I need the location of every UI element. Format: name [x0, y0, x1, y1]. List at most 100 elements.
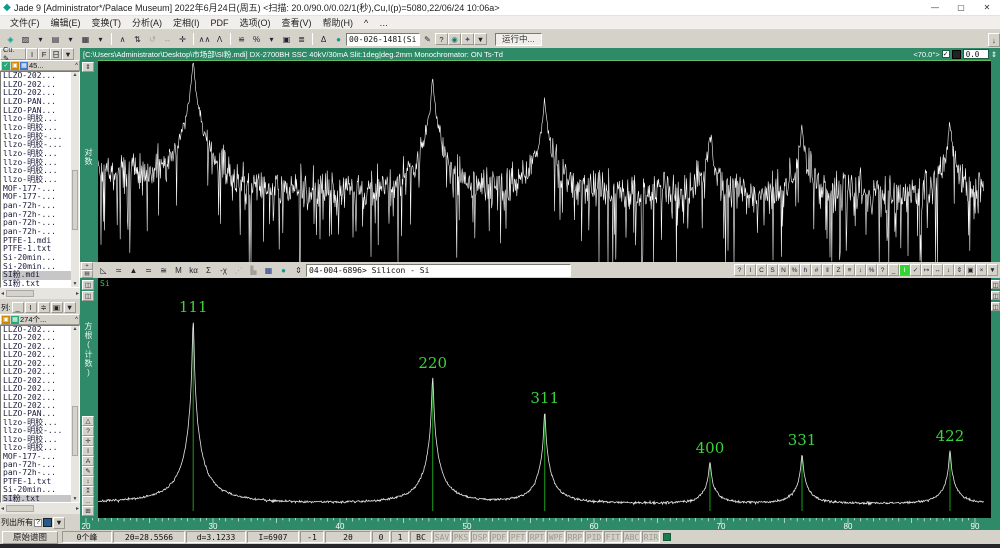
- grid-icon[interactable]: ⊞: [82, 506, 94, 516]
- tile-view-icon[interactable]: ▦: [262, 263, 276, 277]
- edit-icon[interactable]: ✎: [82, 466, 94, 476]
- minimize-button[interactable]: —: [922, 0, 948, 16]
- black-square-button[interactable]: [952, 50, 961, 59]
- col-underscore-button[interactable]: _: [12, 302, 24, 313]
- more-button[interactable]: ▼: [987, 264, 998, 276]
- list-color-button[interactable]: [43, 518, 52, 527]
- scroll-down-button[interactable]: ↓: [988, 33, 1000, 47]
- menu-more[interactable]: …: [374, 17, 393, 29]
- scan-file-list-down[interactable]: ▼: [73, 281, 78, 287]
- menu-help[interactable]: 帮助(H): [318, 15, 359, 30]
- dots-icon[interactable]: ⁑: [82, 486, 94, 496]
- overlay-pattern-chart[interactable]: Si 111220311400331422: [98, 278, 991, 518]
- pdf-file-list-vthumb[interactable]: [72, 406, 78, 456]
- menu-analyze[interactable]: 分析(A): [127, 15, 167, 30]
- sav-flag[interactable]: SAV: [433, 531, 451, 543]
- right-pane-button-1[interactable]: ◫: [991, 280, 1000, 289]
- s-button[interactable]: S: [767, 264, 778, 276]
- rir-flag[interactable]: RIR: [642, 531, 660, 543]
- col-sort-button[interactable]: ≑: [38, 302, 50, 313]
- pdf-list-hscroll-right[interactable]: ▸: [76, 505, 79, 512]
- offset-spinner[interactable]: ⇕: [991, 50, 997, 59]
- flag-1[interactable]: 1: [391, 531, 409, 543]
- list-all-label[interactable]: 列出所有: [1, 517, 33, 528]
- pdf-list-hscroll[interactable]: ◂▸: [0, 503, 80, 514]
- help-button[interactable]: ?: [734, 264, 745, 276]
- abc-flag[interactable]: ABC: [623, 531, 641, 543]
- step-right-button[interactable]: ↦: [921, 264, 932, 276]
- wpf-flag[interactable]: WPF: [547, 531, 565, 543]
- anode-combo[interactable]: Cu. ✎: [0, 48, 26, 60]
- pdf-edit-icon[interactable]: ✎: [421, 32, 435, 46]
- display-config-icon[interactable]: ▦: [79, 32, 93, 46]
- menu-options[interactable]: 选项(O): [235, 15, 276, 30]
- pdf-flag[interactable]: PDF: [490, 531, 508, 543]
- col-grid-button[interactable]: ▣: [51, 302, 63, 313]
- top-scale-label[interactable]: 对数: [83, 148, 94, 166]
- profile-fit-icon[interactable]: Λ: [213, 32, 227, 46]
- panel-button[interactable]: ▣: [965, 264, 976, 276]
- pane-button-2[interactable]: ◫: [82, 291, 94, 301]
- pdf-help-button[interactable]: ?: [435, 33, 448, 45]
- menu-transform[interactable]: 变换(T): [87, 15, 127, 30]
- bc-flag[interactable]: BC: [410, 531, 432, 543]
- filled-peak-icon[interactable]: ▲: [127, 263, 141, 277]
- bars2-button[interactable]: ‖: [822, 264, 833, 276]
- spin-control[interactable]: ⇕: [292, 263, 306, 277]
- go-icon[interactable]: ●: [277, 263, 291, 277]
- run-icon[interactable]: ●: [332, 32, 346, 46]
- sigma-icon[interactable]: Σ: [202, 263, 216, 277]
- pdf-arrow-button[interactable]: ▼: [474, 33, 487, 45]
- baseline-edit-icon[interactable]: ≃: [142, 263, 156, 277]
- percent-icon[interactable]: %: [250, 32, 264, 46]
- col-dropdown[interactable]: ▼: [64, 302, 76, 313]
- print-icon[interactable]: ▤: [49, 32, 63, 46]
- dsp-flag[interactable]: DSP: [471, 531, 489, 543]
- height-button[interactable]: h: [800, 264, 811, 276]
- list-button[interactable]: ▤: [81, 270, 93, 278]
- v-expand-button[interactable]: ↕: [943, 264, 954, 276]
- pane-button-1[interactable]: ◫: [82, 280, 94, 290]
- raw-pattern-tab[interactable]: 原始谱图: [2, 531, 58, 544]
- pdf-star-button[interactable]: ✦: [461, 33, 474, 45]
- number-button[interactable]: #: [811, 264, 822, 276]
- move-icon[interactable]: ✛: [82, 436, 94, 446]
- percent-arrow[interactable]: ▾: [265, 32, 279, 46]
- percent-button[interactable]: %: [789, 264, 800, 276]
- phase-combo[interactable]: 04-004-6896> Silicon - Si: [306, 264, 571, 277]
- pdf-globe-button[interactable]: ◉: [448, 33, 461, 45]
- scan-list-hscroll[interactable]: ◂▸: [0, 288, 80, 299]
- h-scale-icon[interactable]: ‥: [82, 496, 94, 506]
- help-icon[interactable]: ?: [82, 426, 94, 436]
- overlay-patterns-icon[interactable]: ∧: [116, 32, 130, 46]
- menu-phase-id[interactable]: 定相(I): [168, 15, 205, 30]
- pks-flag[interactable]: PKS: [452, 531, 470, 543]
- menu-chevron[interactable]: ^: [359, 17, 373, 29]
- d-spacing-readout[interactable]: d=3.1233: [186, 531, 246, 543]
- date-mode-button[interactable]: 日: [50, 48, 62, 60]
- scan-file-list-vthumb[interactable]: [72, 170, 78, 231]
- nav-diamond-icon[interactable]: ◈: [4, 32, 18, 46]
- find-peaks-icon[interactable]: ∧∧: [198, 32, 212, 46]
- row2-dropdown[interactable]: ▼: [62, 48, 74, 60]
- pdf-card-combo[interactable]: 00-026-1481(Si -: [346, 33, 420, 46]
- full-range-icon[interactable]: ≍: [112, 263, 126, 277]
- sample-flask-icon[interactable]: Δ: [317, 32, 331, 46]
- menu-edit[interactable]: 编辑(E): [46, 15, 86, 30]
- report-icon[interactable]: ▣: [280, 32, 294, 46]
- scan-list-hscroll-thumb[interactable]: [6, 290, 34, 297]
- pdf-list-hscroll-thumb[interactable]: [6, 505, 34, 512]
- marker-button[interactable]: I: [899, 264, 910, 276]
- smooth-icon[interactable]: M: [172, 263, 186, 277]
- list-dropdown[interactable]: ▼: [53, 517, 65, 529]
- intensity-readout[interactable]: I=6907: [247, 531, 299, 543]
- vh-expand-button[interactable]: ⇕: [954, 264, 965, 276]
- pdf-file-list-vscroll[interactable]: ▲▼: [71, 326, 79, 502]
- fit-flag[interactable]: FIT: [604, 531, 622, 543]
- swap-axes-icon[interactable]: ⇅: [131, 32, 145, 46]
- v-scale-icon[interactable]: ↕: [82, 476, 94, 486]
- axis-unit[interactable]: 2θ: [325, 531, 371, 543]
- chi-icon[interactable]: -χ: [217, 263, 231, 277]
- scan-file-list-vscroll[interactable]: ▲▼: [71, 72, 79, 287]
- fixed-mode-button[interactable]: F: [38, 48, 50, 60]
